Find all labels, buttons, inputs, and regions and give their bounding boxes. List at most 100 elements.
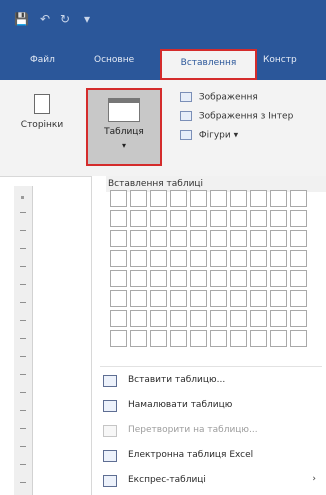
- table-grid-cell[interactable]: [130, 330, 147, 347]
- table-grid-cell[interactable]: [250, 310, 267, 327]
- table-grid-cell[interactable]: [210, 190, 227, 207]
- pages-button[interactable]: Сторінки: [12, 94, 72, 164]
- table-grid-cell[interactable]: [130, 230, 147, 247]
- table-button[interactable]: Таблиця ▾: [86, 88, 162, 166]
- table-grid-cell[interactable]: [130, 250, 147, 267]
- table-grid-cell[interactable]: [250, 190, 267, 207]
- table-grid-cell[interactable]: [250, 230, 267, 247]
- quick-tables-item[interactable]: Експрес-таблиці ›: [100, 472, 320, 490]
- table-grid-cell[interactable]: [190, 290, 207, 307]
- table-grid-cell[interactable]: [130, 190, 147, 207]
- table-grid-cell[interactable]: [110, 290, 127, 307]
- table-grid-cell[interactable]: [150, 210, 167, 227]
- table-grid-cell[interactable]: [270, 290, 287, 307]
- table-grid-cell[interactable]: [210, 310, 227, 327]
- table-grid-cell[interactable]: [250, 210, 267, 227]
- table-grid-cell[interactable]: [190, 230, 207, 247]
- table-grid-cell[interactable]: [210, 270, 227, 287]
- table-grid-cell[interactable]: [250, 250, 267, 267]
- table-grid-cell[interactable]: [250, 270, 267, 287]
- table-grid-cell[interactable]: [170, 310, 187, 327]
- tab-insert[interactable]: Вставлення: [160, 49, 257, 80]
- table-grid-cell[interactable]: [150, 250, 167, 267]
- table-grid-picker[interactable]: [110, 190, 311, 354]
- table-grid-cell[interactable]: [290, 250, 307, 267]
- tab-design[interactable]: Констр: [263, 55, 297, 65]
- table-grid-cell[interactable]: [110, 210, 127, 227]
- table-grid-cell[interactable]: [210, 330, 227, 347]
- customize-qat-icon[interactable]: ▾: [80, 12, 94, 26]
- table-grid-cell[interactable]: [110, 330, 127, 347]
- table-grid-cell[interactable]: [170, 270, 187, 287]
- table-grid-cell[interactable]: [290, 230, 307, 247]
- table-grid-cell[interactable]: [150, 190, 167, 207]
- table-grid-cell[interactable]: [230, 190, 247, 207]
- table-grid-cell[interactable]: [230, 270, 247, 287]
- table-grid-cell[interactable]: [290, 210, 307, 227]
- table-grid-cell[interactable]: [150, 270, 167, 287]
- insert-table-item[interactable]: Вставити таблицю...: [100, 372, 320, 390]
- table-grid-cell[interactable]: [190, 310, 207, 327]
- table-grid-cell[interactable]: [190, 250, 207, 267]
- table-grid-cell[interactable]: [290, 290, 307, 307]
- table-grid-cell[interactable]: [290, 310, 307, 327]
- table-grid-cell[interactable]: [290, 270, 307, 287]
- table-grid-cell[interactable]: [190, 270, 207, 287]
- table-grid-cell[interactable]: [190, 190, 207, 207]
- table-grid-cell[interactable]: [130, 270, 147, 287]
- table-grid-cell[interactable]: [290, 330, 307, 347]
- table-grid-cell[interactable]: [150, 310, 167, 327]
- table-grid-cell[interactable]: [130, 210, 147, 227]
- redo-icon[interactable]: ↻: [58, 12, 72, 26]
- undo-icon[interactable]: ↶: [38, 12, 52, 26]
- table-grid-cell[interactable]: [190, 330, 207, 347]
- shapes-button[interactable]: Фігури ▾: [180, 130, 238, 141]
- table-grid-cell[interactable]: [230, 210, 247, 227]
- table-grid-cell[interactable]: [170, 330, 187, 347]
- table-grid-cell[interactable]: [270, 250, 287, 267]
- save-icon[interactable]: 💾: [14, 12, 29, 26]
- table-grid-cell[interactable]: [250, 330, 267, 347]
- table-grid-cell[interactable]: [190, 210, 207, 227]
- table-grid-cell[interactable]: [150, 330, 167, 347]
- table-grid-cell[interactable]: [130, 290, 147, 307]
- ruler-tick: [20, 410, 26, 411]
- table-grid-cell[interactable]: [170, 290, 187, 307]
- table-grid-cell[interactable]: [210, 290, 227, 307]
- pictures-button[interactable]: Зображення: [180, 92, 258, 103]
- table-grid-cell[interactable]: [230, 230, 247, 247]
- table-grid-cell[interactable]: [270, 330, 287, 347]
- table-grid-cell[interactable]: [270, 310, 287, 327]
- table-grid-cell[interactable]: [130, 310, 147, 327]
- table-grid-cell[interactable]: [250, 290, 267, 307]
- table-grid-cell[interactable]: [230, 310, 247, 327]
- table-grid-cell[interactable]: [110, 230, 127, 247]
- table-grid-cell[interactable]: [110, 270, 127, 287]
- table-grid-cell[interactable]: [270, 230, 287, 247]
- tab-file[interactable]: Файл: [30, 55, 55, 65]
- table-grid-cell[interactable]: [150, 230, 167, 247]
- table-grid-cell[interactable]: [270, 270, 287, 287]
- tab-home[interactable]: Основне: [94, 55, 134, 65]
- excel-spreadsheet-item[interactable]: Електронна таблиця Excel: [100, 447, 320, 465]
- table-grid-cell[interactable]: [230, 290, 247, 307]
- table-grid-cell[interactable]: [290, 190, 307, 207]
- table-grid-cell[interactable]: [230, 250, 247, 267]
- table-grid-cell[interactable]: [110, 250, 127, 267]
- table-grid-cell[interactable]: [170, 190, 187, 207]
- table-grid-cell[interactable]: [170, 230, 187, 247]
- table-grid-cell[interactable]: [210, 210, 227, 227]
- table-grid-cell[interactable]: [150, 290, 167, 307]
- table-grid-cell[interactable]: [210, 250, 227, 267]
- table-grid-cell[interactable]: [170, 250, 187, 267]
- convert-to-table-label: Перетворити на таблицю...: [128, 425, 258, 435]
- table-grid-cell[interactable]: [230, 330, 247, 347]
- table-grid-cell[interactable]: [270, 210, 287, 227]
- table-grid-cell[interactable]: [270, 190, 287, 207]
- table-grid-cell[interactable]: [110, 190, 127, 207]
- table-grid-cell[interactable]: [110, 310, 127, 327]
- table-grid-cell[interactable]: [170, 210, 187, 227]
- draw-table-item[interactable]: Намалювати таблицю: [100, 397, 320, 415]
- online-pictures-button[interactable]: Зображення з Інтер: [180, 111, 293, 122]
- table-grid-cell[interactable]: [210, 230, 227, 247]
